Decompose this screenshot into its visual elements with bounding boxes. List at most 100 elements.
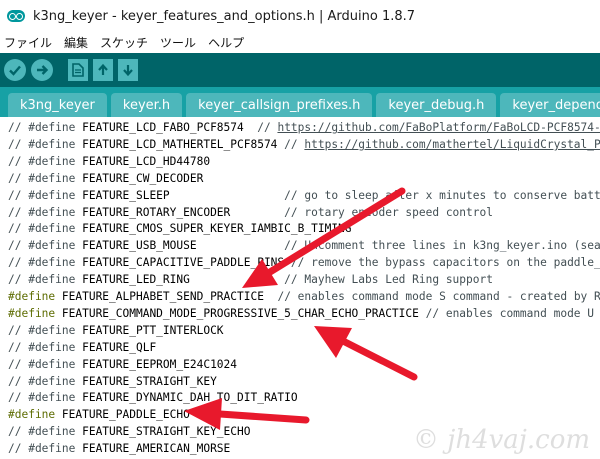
open-icon xyxy=(98,63,108,75)
code-prefix: #define xyxy=(8,306,62,320)
code-prefix: #define xyxy=(8,408,62,422)
code-prefix: // #define xyxy=(8,374,83,388)
code-gap xyxy=(284,256,291,269)
code-prefix: // #define xyxy=(8,357,83,371)
upload-icon xyxy=(37,65,49,75)
code-line[interactable]: #define FEATURE_COMMAND_MODE_PROGRESSIVE… xyxy=(8,305,594,322)
tab-keyer-h[interactable]: keyer.h xyxy=(110,93,183,117)
code-prefix: // #define xyxy=(8,425,83,439)
code-name: FEATURE_PADDLE_ECHO xyxy=(61,408,190,422)
code-prefix: // #define xyxy=(8,121,83,134)
watermark: © jh4vaj.com xyxy=(413,425,590,455)
code-gap xyxy=(170,189,285,202)
code-name: FEATURE_COMMAND_MODE_PROGRESSIVE_5_CHAR_… xyxy=(61,306,419,320)
code-line[interactable]: // #define FEATURE_STRAIGHT_KEY_ECHO xyxy=(8,423,250,440)
code-prefix: // #define xyxy=(8,323,83,337)
verify-icon xyxy=(9,65,21,76)
code-comment: // enables command mode S command - crea… xyxy=(277,290,600,303)
code-prefix: // #define xyxy=(8,340,83,354)
code-comment: // xyxy=(257,121,278,134)
code-name: FEATURE_ROTARY_ENCODER xyxy=(82,205,231,219)
code-comment: // remove the bypass capacitors on the p… xyxy=(290,256,600,270)
code-prefix: // #define xyxy=(8,256,83,270)
code-name: FEATURE_SLEEP xyxy=(82,188,170,202)
code-line[interactable]: // #define FEATURE_CW_DECODER xyxy=(8,170,203,187)
code-line[interactable]: // #define FEATURE_USB_MOUSE // Uncommen… xyxy=(8,237,600,254)
code-name: FEATURE_CAPACITIVE_PADDLE_PINS xyxy=(82,256,285,270)
code-name: FEATURE_CMOS_SUPER_KEYER_IAMBIC_B_TIMING xyxy=(82,222,352,236)
code-prefix: // #define xyxy=(8,137,83,151)
code-gap xyxy=(190,273,284,286)
code-comment: // xyxy=(284,137,305,151)
code-name: FEATURE_CW_DECODER xyxy=(82,171,204,185)
tab-keyer-callsign-prefixes[interactable]: keyer_callsign_prefixes.h xyxy=(186,93,373,117)
code-line[interactable]: // #define FEATURE_EEPROM_E24C1024 xyxy=(8,356,237,373)
code-name: FEATURE_QLF xyxy=(82,340,157,354)
open-button[interactable] xyxy=(93,59,113,81)
code-url: https://github.com/FaBoPlatform/FaBoLCD-… xyxy=(277,121,600,134)
code-prefix: // #define xyxy=(8,442,83,456)
code-prefix: // #define xyxy=(8,391,83,405)
title-bar: k3ng_keyer - keyer_features_and_options.… xyxy=(0,0,600,32)
code-line[interactable]: // #define FEATURE_LCD_HD44780 xyxy=(8,153,210,170)
code-name: FEATURE_PTT_INTERLOCK xyxy=(82,323,224,337)
code-prefix: // #define xyxy=(8,154,83,168)
code-comment: // go to sleep after x minutes to conser… xyxy=(284,188,600,202)
code-gap xyxy=(419,307,426,320)
code-line[interactable]: // #define FEATURE_STRAIGHT_KEY xyxy=(8,373,217,390)
code-name: FEATURE_LCD_HD44780 xyxy=(82,154,211,168)
verify-button[interactable] xyxy=(4,59,26,81)
code-line[interactable]: // #define FEATURE_CAPACITIVE_PADDLE_PIN… xyxy=(8,254,600,271)
code-gap xyxy=(230,206,284,219)
save-icon xyxy=(123,65,133,77)
tab-keyer-debug[interactable]: keyer_debug.h xyxy=(376,93,497,117)
code-comment: // enables command mode U xyxy=(425,306,595,320)
code-name: FEATURE_LCD_MATHERTEL_PCF8574 xyxy=(82,137,278,151)
window-title: k3ng_keyer - keyer_features_and_options.… xyxy=(33,8,416,24)
code-line[interactable]: // #define FEATURE_QLF xyxy=(8,339,156,356)
code-name: FEATURE_AMERICAN_MORSE xyxy=(82,442,231,456)
menu-help[interactable]: ヘルプ xyxy=(202,34,250,51)
code-comment: // rotary encoder speed control xyxy=(284,205,493,219)
code-prefix: #define xyxy=(8,290,62,303)
code-name: FEATURE_ALPHABET_SEND_PRACTICE xyxy=(61,290,264,303)
menu-sketch[interactable]: スケッチ xyxy=(94,34,154,51)
code-line[interactable]: // #define FEATURE_LCD_FABO_PCF8574 // h… xyxy=(8,119,600,136)
code-prefix: // #define xyxy=(8,188,83,202)
code-name: FEATURE_LCD_FABO_PCF8574 xyxy=(82,121,244,134)
code-line[interactable]: // #define FEATURE_LCD_MATHERTEL_PCF8574… xyxy=(8,136,600,153)
code-prefix: // #define xyxy=(8,222,83,236)
code-comment: // Uncomment three lines in k3ng_keyer.i… xyxy=(284,239,600,253)
tab-k3ng-keyer[interactable]: k3ng_keyer xyxy=(8,93,107,117)
code-gap xyxy=(197,239,285,252)
code-name: FEATURE_EEPROM_E24C1024 xyxy=(82,357,238,371)
code-line[interactable]: // #define FEATURE_PTT_INTERLOCK xyxy=(8,322,224,339)
code-line[interactable]: // #define FEATURE_ROTARY_ENCODER // rot… xyxy=(8,204,493,221)
code-line[interactable]: // #define FEATURE_SLEEP // go to sleep … xyxy=(8,187,600,204)
code-name: FEATURE_USB_MOUSE xyxy=(82,239,197,253)
code-line[interactable]: // #define FEATURE_DYNAMIC_DAH_TO_DIT_RA… xyxy=(8,389,298,406)
code-editor[interactable]: // #define FEATURE_LCD_FABO_PCF8574 // h… xyxy=(0,117,600,459)
code-line[interactable]: // #define FEATURE_AMERICAN_MORSE xyxy=(8,440,230,457)
code-line[interactable]: // #define FEATURE_LED_RING // Mayhew La… xyxy=(8,271,493,288)
code-name: FEATURE_STRAIGHT_KEY_ECHO xyxy=(82,425,251,439)
menu-file[interactable]: ファイル xyxy=(0,34,58,51)
code-name: FEATURE_DYNAMIC_DAH_TO_DIT_RATIO xyxy=(82,391,298,405)
arduino-logo-icon xyxy=(7,10,25,22)
new-button[interactable] xyxy=(68,59,88,81)
new-icon xyxy=(72,63,84,77)
tab-keyer-dependencies[interactable]: keyer_dependencies.h xyxy=(500,93,600,117)
code-line[interactable]: #define FEATURE_PADDLE_ECHO xyxy=(8,406,190,423)
menu-edit[interactable]: 編集 xyxy=(58,34,94,51)
menu-tools[interactable]: ツール xyxy=(154,34,202,51)
upload-button[interactable] xyxy=(31,59,53,81)
code-line[interactable]: // #define FEATURE_CMOS_SUPER_KEYER_IAMB… xyxy=(8,220,352,237)
tab-bar: k3ng_keyer keyer.h keyer_callsign_prefix… xyxy=(0,87,600,117)
save-button[interactable] xyxy=(118,59,138,81)
toolbar xyxy=(0,53,600,87)
code-line[interactable]: #define FEATURE_ALPHABET_SEND_PRACTICE /… xyxy=(8,288,600,305)
code-prefix: // #define xyxy=(8,171,83,185)
code-gap xyxy=(264,290,277,303)
menu-bar: ファイル 編集 スケッチ ツール ヘルプ xyxy=(0,32,600,53)
code-name: FEATURE_LED_RING xyxy=(82,273,190,287)
